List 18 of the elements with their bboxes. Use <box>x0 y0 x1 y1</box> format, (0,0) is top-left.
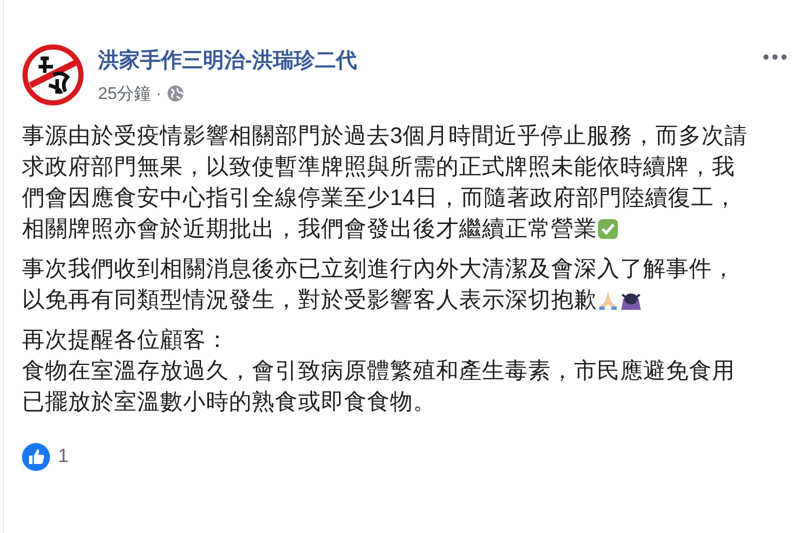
post-time[interactable]: 25分鐘 <box>98 82 151 105</box>
post-text-line: 們會因應食安中心指引全線停業至少14日，而隨著政府部門陸續復工， <box>22 184 738 212</box>
reaction-count[interactable]: 1 <box>58 446 69 468</box>
avatar-logo[interactable] <box>22 44 84 106</box>
post-text-line: 求政府部門無果，以致使暫準牌照與所需的正式牌照未能依時續牌，我 <box>22 153 735 181</box>
more-options-icon[interactable] <box>762 54 788 60</box>
like-reaction-icon[interactable] <box>22 443 50 471</box>
check-mark-icon <box>597 218 619 240</box>
post-text-line: 事源由於受疫情影響相關部門於過去3個月時間近乎停止服務，而多次請 <box>22 122 748 150</box>
post-text-line: 食物在室溫存放過久，會引致病原體繁殖和產生毒素，市民應避免食用 <box>22 357 735 385</box>
author-name-link[interactable]: 洪家手作三明治-洪瑞珍二代 <box>98 46 357 74</box>
post-text-line: 已擺放於室溫數小時的熟食或即食食物。 <box>22 388 436 416</box>
globe-icon[interactable] <box>166 85 184 102</box>
post-text-line: 以免再有同類型情況發生，對於受影響客人表示深切抱歉 <box>22 286 597 314</box>
separator-dot: · <box>156 84 162 104</box>
post-text-line: 事次我們收到相關消息後亦已立刻進行內外大清潔及會深入了解事件， <box>22 255 735 283</box>
post-text-line: 再次提醒各位顧客： <box>22 326 229 354</box>
post-text-line: 相關牌照亦會於近期批出，我們會發出後才繼續正常營業 <box>22 215 597 243</box>
